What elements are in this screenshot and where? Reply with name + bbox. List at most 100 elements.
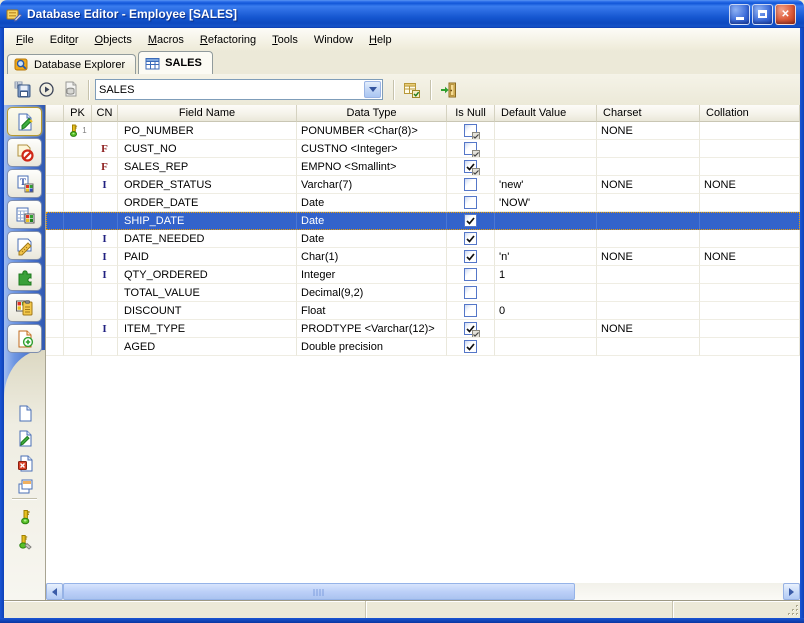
default-value-cell[interactable] bbox=[495, 320, 597, 338]
collation-cell[interactable] bbox=[700, 266, 800, 284]
object-selector-combo[interactable]: SALES bbox=[95, 79, 383, 100]
charset-cell[interactable] bbox=[597, 140, 700, 158]
is-null-checkbox[interactable] bbox=[464, 250, 477, 263]
menu-item-editor[interactable]: Editor bbox=[42, 31, 87, 49]
charset-cell[interactable]: NONE bbox=[597, 320, 700, 338]
column-header-default-value[interactable]: Default Value bbox=[495, 105, 597, 122]
sidebar-tab-7-grid-clipboard[interactable] bbox=[7, 293, 42, 322]
collation-cell[interactable] bbox=[700, 122, 800, 140]
table-row-order_date[interactable]: ORDER_DATEDate'NOW' bbox=[46, 194, 800, 212]
table-row-ship_date[interactable]: SHIP_DATEDate bbox=[46, 212, 800, 230]
charset-cell[interactable]: NONE bbox=[597, 248, 700, 266]
default-value-cell[interactable]: 0 bbox=[495, 302, 597, 320]
close-button[interactable]: ✕ bbox=[775, 4, 796, 25]
field-name-cell[interactable]: SHIP_DATE bbox=[118, 212, 297, 230]
combo-dropdown-button[interactable] bbox=[364, 81, 381, 98]
default-value-cell[interactable]: 'NOW' bbox=[495, 194, 597, 212]
data-type-cell[interactable]: Decimal(9,2) bbox=[297, 284, 447, 302]
copy-pages-button[interactable] bbox=[15, 476, 35, 496]
collation-cell[interactable] bbox=[700, 284, 800, 302]
field-name-cell[interactable]: ITEM_TYPE bbox=[118, 320, 297, 338]
charset-cell[interactable] bbox=[597, 284, 700, 302]
key-drop-button[interactable] bbox=[15, 532, 35, 552]
edit-page-button[interactable] bbox=[15, 428, 35, 448]
horizontal-scrollbar[interactable] bbox=[46, 583, 800, 600]
sidebar-tab-8-page-add[interactable] bbox=[7, 324, 42, 353]
titlebar[interactable]: Database Editor - Employee [SALES] ✕ bbox=[0, 0, 804, 28]
table-row-item_type[interactable]: IITEM_TYPEPRODTYPE <Varchar(12)>NONE bbox=[46, 320, 800, 338]
menu-item-window[interactable]: Window bbox=[306, 31, 361, 49]
field-name-cell[interactable]: TOTAL_VALUE bbox=[118, 284, 297, 302]
table-row-aged[interactable]: AGEDDouble precision bbox=[46, 338, 800, 356]
collation-cell[interactable] bbox=[700, 230, 800, 248]
data-type-cell[interactable]: CUSTNO <Integer> bbox=[297, 140, 447, 158]
field-name-cell[interactable]: QTY_ORDERED bbox=[118, 266, 297, 284]
charset-cell[interactable] bbox=[597, 338, 700, 356]
charset-cell[interactable] bbox=[597, 266, 700, 284]
data-type-cell[interactable]: Double precision bbox=[297, 338, 447, 356]
data-type-cell[interactable]: Float bbox=[297, 302, 447, 320]
data-type-cell[interactable]: Integer bbox=[297, 266, 447, 284]
data-type-cell[interactable]: Date bbox=[297, 230, 447, 248]
is-null-checkbox[interactable] bbox=[464, 322, 477, 335]
resize-grip[interactable] bbox=[787, 604, 799, 616]
column-header-charset[interactable]: Charset bbox=[597, 105, 700, 122]
exit-button[interactable] bbox=[437, 78, 461, 102]
is-null-checkbox[interactable] bbox=[464, 214, 477, 227]
save-button[interactable] bbox=[10, 78, 34, 102]
sidebar-tab-2-no-entry[interactable] bbox=[7, 138, 42, 167]
default-value-cell[interactable] bbox=[495, 338, 597, 356]
table-row-order_status[interactable]: IORDER_STATUSVarchar(7)'new'NONENONE bbox=[46, 176, 800, 194]
is-null-checkbox[interactable] bbox=[464, 142, 477, 155]
default-value-cell[interactable] bbox=[495, 140, 597, 158]
collation-cell[interactable] bbox=[700, 302, 800, 320]
charset-cell[interactable]: NONE bbox=[597, 176, 700, 194]
scrollbar-thumb[interactable] bbox=[63, 583, 575, 600]
scroll-right-button[interactable] bbox=[783, 583, 800, 600]
is-null-checkbox[interactable] bbox=[464, 124, 477, 137]
menu-item-help[interactable]: Help bbox=[361, 31, 400, 49]
menu-item-file[interactable]: File bbox=[8, 31, 42, 49]
is-null-checkbox[interactable] bbox=[464, 286, 477, 299]
default-value-cell[interactable] bbox=[495, 212, 597, 230]
is-null-checkbox[interactable] bbox=[464, 160, 477, 173]
compile-button[interactable] bbox=[34, 78, 58, 102]
charset-cell[interactable] bbox=[597, 194, 700, 212]
column-header-data-type[interactable]: Data Type bbox=[297, 105, 447, 122]
sidebar-tab-5-page-ruler[interactable] bbox=[7, 231, 42, 260]
tab-sales[interactable]: SALES bbox=[138, 51, 213, 74]
charset-cell[interactable] bbox=[597, 212, 700, 230]
new-page-button[interactable] bbox=[15, 403, 35, 423]
sidebar-tab-3-text-grid[interactable]: T bbox=[7, 169, 42, 198]
field-name-cell[interactable]: DISCOUNT bbox=[118, 302, 297, 320]
default-value-cell[interactable]: 'new' bbox=[495, 176, 597, 194]
data-type-cell[interactable]: Char(1) bbox=[297, 248, 447, 266]
column-header-cn[interactable]: CN bbox=[92, 105, 118, 122]
table-row-po_number[interactable]: 1PO_NUMBERPONUMBER <Char(8)>NONE bbox=[46, 122, 800, 140]
scroll-left-button[interactable] bbox=[46, 583, 63, 600]
menu-item-refactoring[interactable]: Refactoring bbox=[192, 31, 264, 49]
menu-item-macros[interactable]: Macros bbox=[140, 31, 192, 49]
column-header-collation[interactable]: Collation bbox=[700, 105, 800, 122]
column-header-indicator[interactable] bbox=[46, 105, 64, 122]
table-row-qty_ordered[interactable]: IQTY_ORDEREDInteger1 bbox=[46, 266, 800, 284]
default-value-cell[interactable] bbox=[495, 122, 597, 140]
refresh-button[interactable] bbox=[58, 78, 82, 102]
table-properties-button[interactable] bbox=[400, 78, 424, 102]
collation-cell[interactable] bbox=[700, 338, 800, 356]
default-value-cell[interactable] bbox=[495, 284, 597, 302]
is-null-checkbox[interactable] bbox=[464, 268, 477, 281]
menu-item-tools[interactable]: Tools bbox=[264, 31, 306, 49]
charset-cell[interactable] bbox=[597, 302, 700, 320]
column-header-is-null[interactable]: Is Null bbox=[447, 105, 495, 122]
field-name-cell[interactable]: SALES_REP bbox=[118, 158, 297, 176]
collation-cell[interactable] bbox=[700, 158, 800, 176]
sidebar-tab-6-puzzle[interactable] bbox=[7, 262, 42, 291]
charset-cell[interactable]: NONE bbox=[597, 122, 700, 140]
is-null-checkbox[interactable] bbox=[464, 304, 477, 317]
charset-cell[interactable] bbox=[597, 230, 700, 248]
default-value-cell[interactable] bbox=[495, 158, 597, 176]
table-row-date_needed[interactable]: IDATE_NEEDEDDate bbox=[46, 230, 800, 248]
table-row-sales_rep[interactable]: FSALES_REPEMPNO <Smallint> bbox=[46, 158, 800, 176]
default-value-cell[interactable]: 1 bbox=[495, 266, 597, 284]
